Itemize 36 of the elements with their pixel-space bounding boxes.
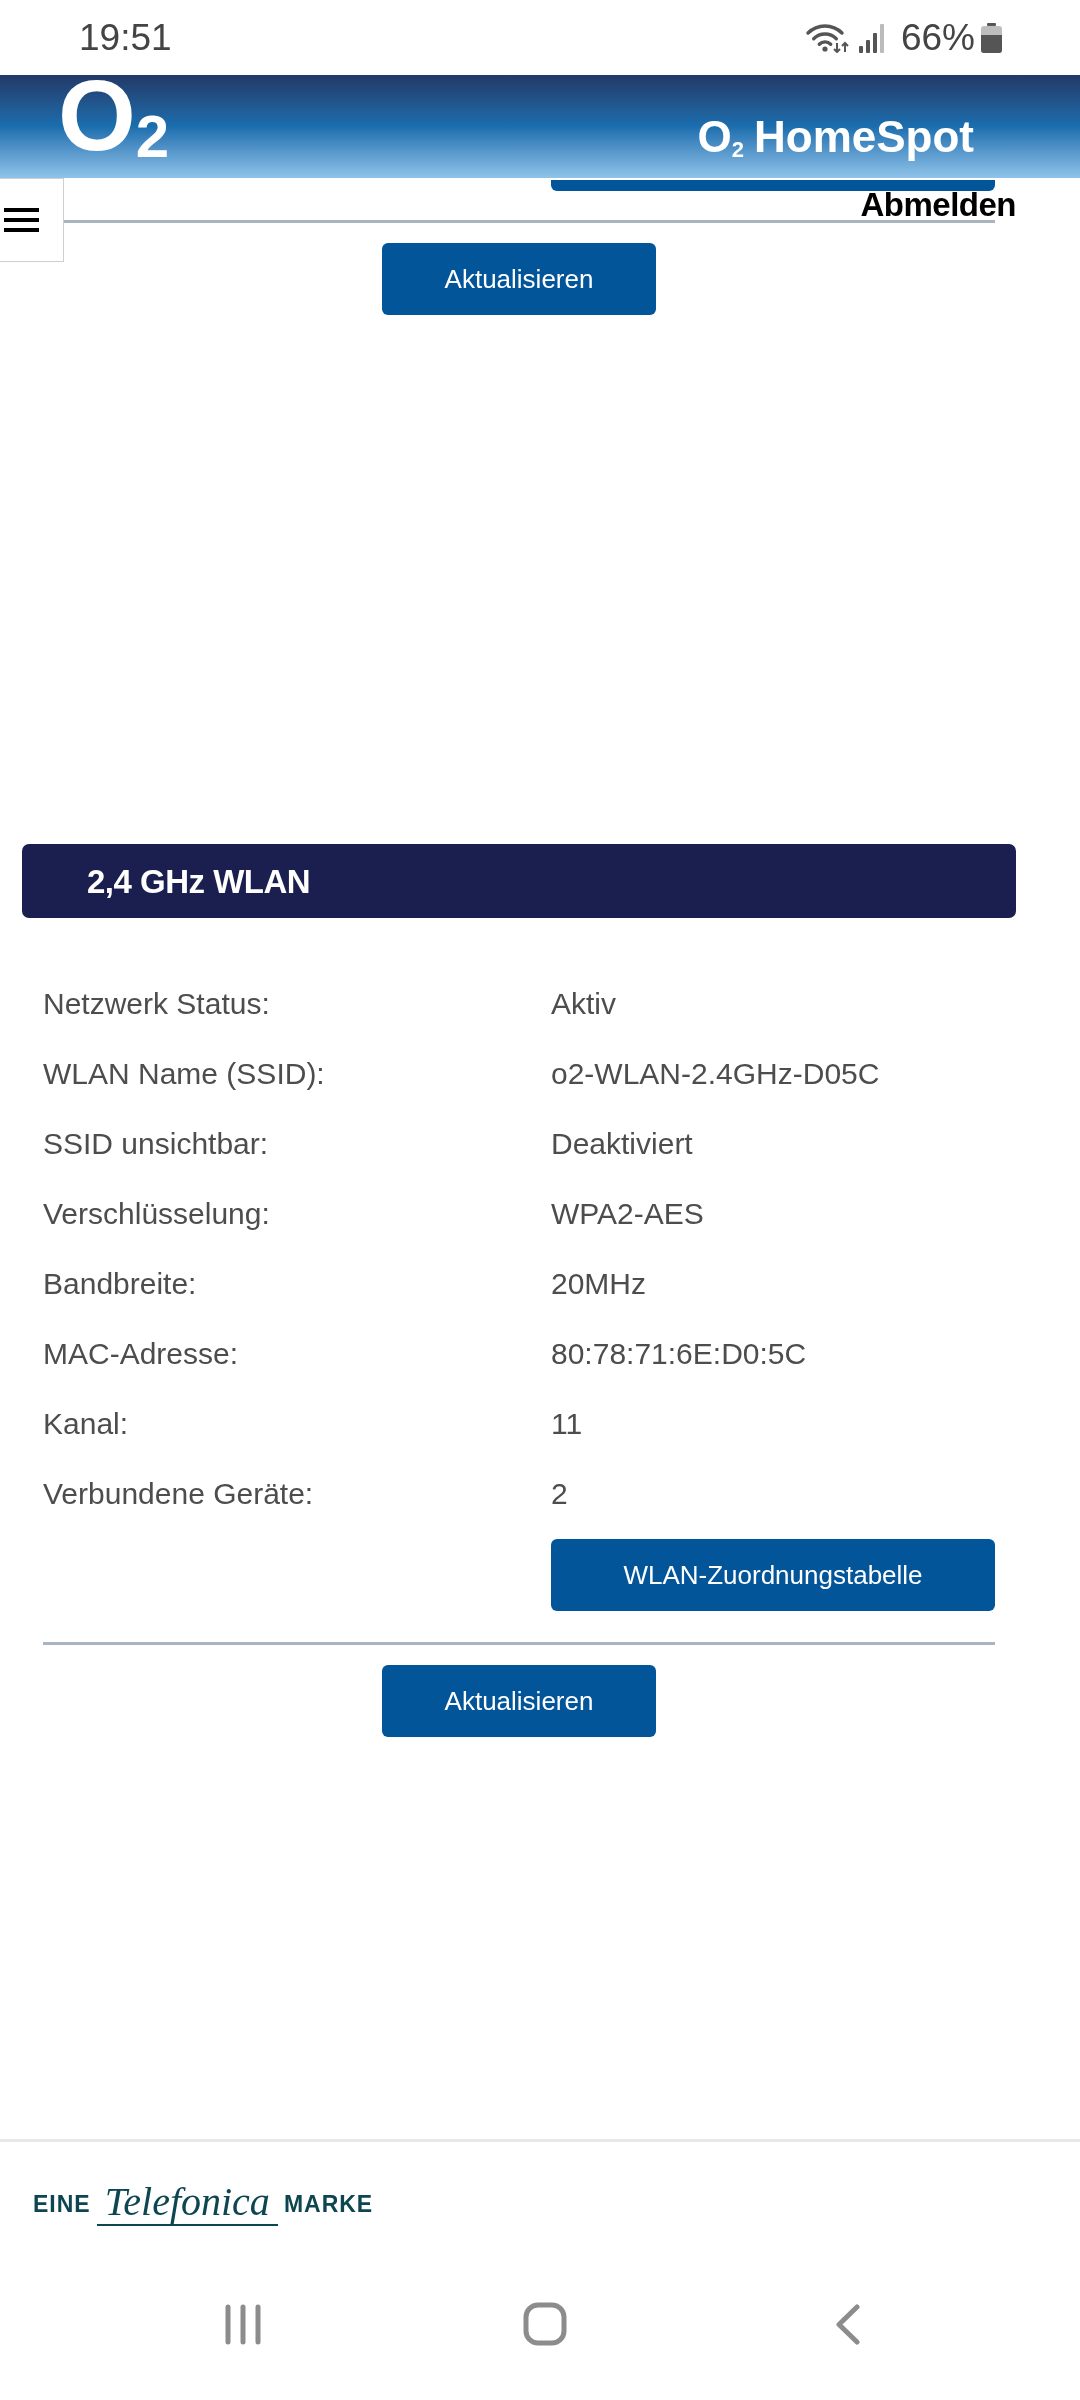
menu-icon[interactable] <box>4 208 39 232</box>
field-label: MAC-Adresse: <box>43 1339 240 1369</box>
signal-icon <box>858 22 885 53</box>
app-title: O$_{2}$ HomeSpot <box>697 115 974 161</box>
field-value: Aktiv <box>551 989 616 1019</box>
brand-name: Telefonica <box>96 2182 278 2226</box>
field-value: 11 <box>551 1409 583 1439</box>
o2-logo: O$_{2}$ <box>58 65 170 167</box>
section-title: 2,4 GHz WLAN <box>87 864 311 898</box>
battery-icon <box>981 22 1002 53</box>
wifi-icon <box>804 22 849 53</box>
status-time: 19:51 <box>79 19 172 56</box>
battery-percentage: 66% <box>900 19 975 56</box>
refresh-button[interactable]: Aktualisieren <box>382 243 656 315</box>
recent-apps-icon[interactable] <box>224 2303 262 2345</box>
field-value: 2 <box>551 1479 568 1509</box>
menu-button[interactable] <box>0 178 64 262</box>
back-icon[interactable] <box>835 2303 860 2345</box>
field-value: Deaktiviert <box>551 1129 693 1159</box>
logout-link[interactable]: Abmelden <box>860 191 1016 219</box>
field-label: SSID unsichtbar: <box>43 1129 270 1159</box>
home-icon[interactable] <box>523 2302 567 2346</box>
brand-prefix-text: EINE <box>33 2192 91 2216</box>
field-label: Kanal: <box>43 1409 130 1439</box>
field-value: WPA2-AES <box>551 1199 704 1229</box>
field-label: Bandbreite: <box>43 1269 198 1299</box>
field-label: Netzwerk Status: <box>43 989 271 1019</box>
field-label: WLAN Name (SSID): <box>43 1059 326 1089</box>
brand-suffix-text: MARKE <box>283 2192 374 2216</box>
field-label: Verbundene Geräte: <box>43 1479 315 1509</box>
refresh-button[interactable]: Aktualisieren <box>382 1665 656 1737</box>
field-value: 20MHz <box>551 1269 647 1299</box>
field-value: o2-WLAN-2.4GHz-D05C <box>551 1059 880 1089</box>
field-label: Verschlüsselung: <box>43 1199 271 1229</box>
field-value: 80:78:71:6E:D0:5C <box>551 1339 807 1369</box>
assignment-table-button[interactable]: WLAN-Zuordnungstabelle <box>551 1539 995 1611</box>
